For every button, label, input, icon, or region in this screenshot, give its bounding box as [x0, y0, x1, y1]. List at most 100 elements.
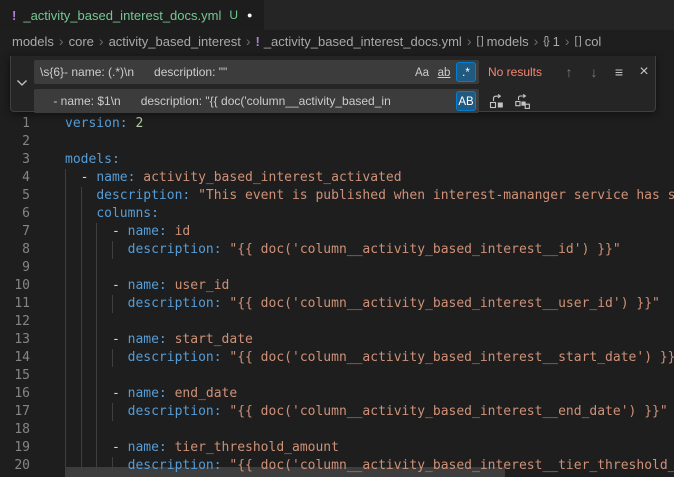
- code-line[interactable]: 8 description: "{{ doc('column__activity…: [0, 241, 674, 259]
- code-line[interactable]: 7 - name: id: [0, 223, 674, 241]
- line-content: [65, 259, 674, 277]
- previous-match-button[interactable]: ↑: [561, 62, 577, 82]
- line-number: 10: [0, 277, 30, 295]
- replace-input[interactable]: - name: $1\n description: "{{ doc('colum…: [34, 89, 479, 113]
- preserve-case-toggle[interactable]: AB: [456, 91, 476, 111]
- replace-all-button[interactable]: [513, 91, 531, 111]
- code-line[interactable]: 10 - name: user_id: [0, 277, 674, 295]
- breadcrumb-item[interactable]: !_activity_based_interest_docs.yml: [255, 34, 461, 49]
- indent-guide: [96, 439, 97, 457]
- indent-guide: [112, 403, 113, 421]
- indent-guide: [81, 457, 82, 475]
- indent-guide: [65, 169, 66, 187]
- indent-guide: [96, 223, 97, 241]
- indent-guide: [96, 259, 97, 277]
- breadcrumb-item[interactable]: [ ] col: [575, 34, 602, 49]
- code-line[interactable]: 5 description: "This event is published …: [0, 187, 674, 205]
- breadcrumb-label: models: [487, 34, 529, 49]
- indent-guide: [81, 313, 82, 331]
- breadcrumb-item[interactable]: models: [12, 34, 54, 49]
- line-content: - name: end_date: [65, 385, 674, 403]
- breadcrumb-item[interactable]: activity_based_interest: [109, 34, 241, 49]
- line-content: columns:: [65, 205, 674, 223]
- indent-guide: [65, 223, 66, 241]
- breadcrumb-item[interactable]: {}1: [543, 34, 560, 49]
- use-regex-toggle[interactable]: .*: [456, 62, 476, 82]
- code-line[interactable]: 16 - name: end_date: [0, 385, 674, 403]
- next-match-button[interactable]: ↓: [586, 62, 602, 82]
- line-content: - name: activity_based_interest_activate…: [65, 169, 674, 187]
- line-number: 2: [0, 133, 30, 151]
- line-number: 9: [0, 259, 30, 277]
- line-number: 5: [0, 187, 30, 205]
- line-number: 18: [0, 421, 30, 439]
- tab-activity-docs[interactable]: ! _activity_based_interest_docs.yml U ●: [0, 0, 264, 30]
- indent-guide: [65, 349, 66, 367]
- symbol-array-icon: [ ]: [477, 35, 483, 47]
- replace-button[interactable]: [487, 91, 505, 111]
- find-input[interactable]: \s{6}- name: (.*)\n description: "" Aaab…: [34, 60, 479, 84]
- code-line[interactable]: 19 - name: tier_threshold_amount: [0, 439, 674, 457]
- code-line[interactable]: 3 models:: [0, 151, 674, 169]
- code-line[interactable]: 1version: 2: [0, 115, 674, 133]
- code-line[interactable]: 15: [0, 367, 674, 385]
- line-number: 14: [0, 349, 30, 367]
- line-content: description: "{{ doc('column__activity_b…: [65, 295, 674, 313]
- indent-guide: [65, 187, 66, 205]
- indent-guide: [96, 241, 97, 259]
- modified-dot-icon[interactable]: ●: [247, 10, 252, 20]
- breadcrumb-item[interactable]: core: [69, 34, 94, 49]
- line-content: models:: [65, 151, 674, 169]
- indent-guide: [65, 241, 66, 259]
- chevron-right-icon: ›: [246, 33, 251, 49]
- code-line[interactable]: 20 description: "{{ doc('column__activit…: [0, 457, 674, 475]
- indent-guide: [81, 421, 82, 439]
- line-number: 17: [0, 403, 30, 421]
- code-line[interactable]: 14 description: "{{ doc('column__activit…: [0, 349, 674, 367]
- vscode-window: ! _activity_based_interest_docs.yml U ● …: [0, 0, 674, 477]
- line-number: 3: [0, 151, 30, 169]
- breadcrumb-label: col: [585, 34, 602, 49]
- whole-word-toggle[interactable]: ab: [434, 62, 454, 82]
- breadcrumb-label: _activity_based_interest_docs.yml: [264, 34, 462, 49]
- editor-area[interactable]: 1version: 223 models:4 - name: activity_b…: [0, 52, 674, 477]
- git-status-badge: U: [229, 8, 238, 22]
- indent-guide: [81, 259, 82, 277]
- find-query-text: \s{6}- name: (.*)\n description: "": [40, 60, 227, 84]
- line-content: - name: user_id: [65, 277, 674, 295]
- code-line[interactable]: 13 - name: start_date: [0, 331, 674, 349]
- code-line[interactable]: 18: [0, 421, 674, 439]
- line-content: version: 2: [65, 115, 674, 133]
- line-number: 12: [0, 313, 30, 331]
- indent-guide: [96, 385, 97, 403]
- code-line[interactable]: 2: [0, 133, 674, 151]
- breadcrumb-item[interactable]: [ ] models: [477, 34, 529, 49]
- code-line[interactable]: 11 description: "{{ doc('column__activit…: [0, 295, 674, 313]
- toggle-replace-button[interactable]: [11, 56, 33, 110]
- line-number: 7: [0, 223, 30, 241]
- match-case-toggle[interactable]: Aa: [412, 62, 432, 82]
- line-number: 8: [0, 241, 30, 259]
- indent-guide: [65, 259, 66, 277]
- yaml-file-icon: !: [12, 8, 16, 23]
- line-content: [65, 313, 674, 331]
- indent-guide: [96, 457, 97, 475]
- indent-guide: [65, 331, 66, 349]
- indent-guide: [65, 421, 66, 439]
- indent-guide: [81, 223, 82, 241]
- find-in-selection-icon[interactable]: ≡: [611, 62, 627, 82]
- indent-guide: [81, 439, 82, 457]
- symbol-array-icon: [ ]: [575, 35, 581, 47]
- code-line[interactable]: 9: [0, 259, 674, 277]
- code-line[interactable]: 4 - name: activity_based_interest_activa…: [0, 169, 674, 187]
- code-line[interactable]: 6 columns:: [0, 205, 674, 223]
- find-replace-widget: \s{6}- name: (.*)\n description: "" Aaab…: [10, 56, 656, 112]
- line-content: description: "{{ doc('column__activity_b…: [65, 403, 674, 421]
- indent-guide: [81, 385, 82, 403]
- indent-guide: [112, 457, 113, 475]
- close-icon[interactable]: ×: [636, 62, 652, 82]
- indent-guide: [65, 277, 66, 295]
- breadcrumb-label: activity_based_interest: [109, 34, 241, 49]
- code-line[interactable]: 17 description: "{{ doc('column__activit…: [0, 403, 674, 421]
- code-line[interactable]: 12: [0, 313, 674, 331]
